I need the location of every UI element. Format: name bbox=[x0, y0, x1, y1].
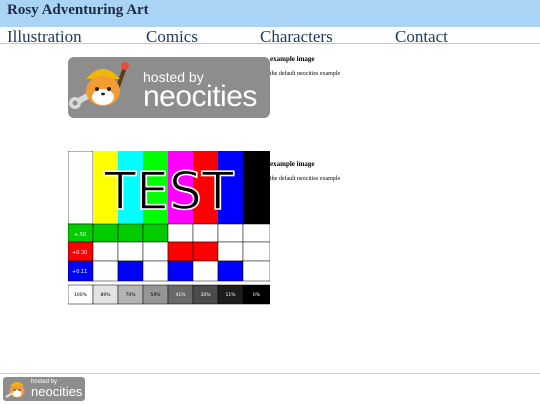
card-2-image[interactable]: TEST +.50 +0.30 +0.11 100% 89% 70% 59% 4… bbox=[68, 151, 270, 305]
neocities-footer-badge[interactable]: hosted by neocities bbox=[3, 377, 85, 401]
gray-label-5: 41% bbox=[175, 292, 186, 298]
page: Rosy Adventuring Art Illustration Comics… bbox=[0, 0, 540, 405]
card-2-title: example image bbox=[270, 160, 315, 168]
value-label-1: +.50 bbox=[74, 232, 86, 238]
gray-label-8: 0% bbox=[253, 292, 261, 298]
site-header: Rosy Adventuring Art bbox=[0, 0, 540, 27]
gray-label-2: 89% bbox=[100, 292, 111, 298]
nav-link-illustration[interactable]: Illustration bbox=[7, 27, 82, 47]
card-1-description: the default neocities example bbox=[270, 71, 341, 77]
value-label-2: +0.30 bbox=[72, 250, 87, 256]
card-2-text: example image the default neocities exam… bbox=[270, 160, 390, 183]
site-title: Rosy Adventuring Art bbox=[7, 2, 149, 18]
gray-label-7: 11% bbox=[225, 292, 236, 298]
card-1-text: example image the default neocities exam… bbox=[270, 55, 390, 78]
main-nav: Illustration Comics Characters Contact bbox=[0, 27, 540, 47]
value-label-3: +0.11 bbox=[72, 269, 87, 275]
card-2-description: the default neocities example bbox=[270, 176, 341, 182]
nav-link-characters[interactable]: Characters bbox=[260, 27, 333, 47]
neocities-cat-icon bbox=[69, 62, 129, 109]
footer-divider bbox=[0, 373, 540, 374]
nav-link-comics[interactable]: Comics bbox=[146, 27, 198, 47]
gray-label-4: 59% bbox=[150, 292, 161, 298]
card-1-image[interactable]: hosted by neocities bbox=[68, 57, 270, 118]
card-1-title: example image bbox=[270, 55, 315, 63]
banner-brand: neocities bbox=[143, 80, 257, 113]
gray-label-6: 30% bbox=[200, 292, 211, 298]
gray-label-3: 70% bbox=[125, 292, 136, 298]
neocities-cat-small-icon bbox=[5, 382, 25, 398]
nav-link-contact[interactable]: Contact bbox=[395, 27, 448, 47]
test-text: TEST bbox=[103, 162, 234, 222]
badge-brand: neocities bbox=[31, 384, 83, 399]
gray-label-1: 100% bbox=[74, 292, 88, 298]
